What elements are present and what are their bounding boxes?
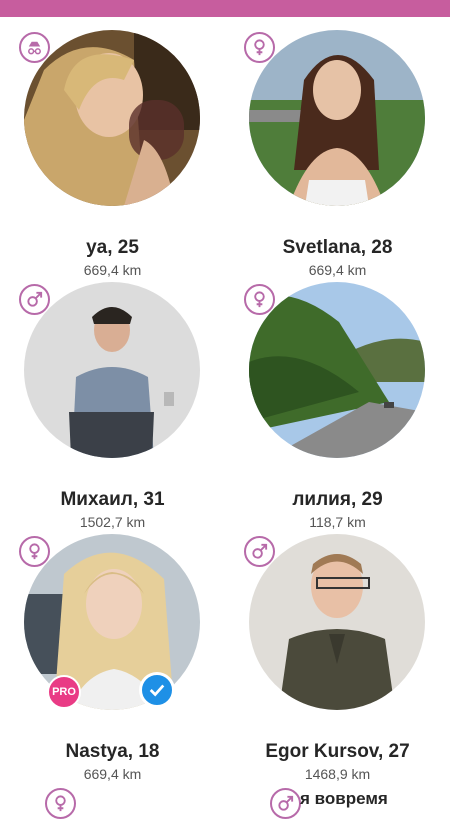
- male-icon: [19, 284, 50, 315]
- profile-name: Михаил, 31: [60, 489, 165, 510]
- profile-photo[interactable]: [24, 30, 200, 206]
- profile-photo[interactable]: [249, 534, 425, 710]
- profile-distance: 669,4 km: [83, 766, 142, 782]
- pro-badge: PRO: [47, 675, 81, 709]
- profile-card[interactable]: лилия, 29 118,7 km: [225, 270, 450, 530]
- profile-card[interactable]: Svetlana, 28 669,4 km: [225, 18, 450, 278]
- verified-check-icon: [139, 672, 175, 708]
- profile-distance: 1468,9 km: [304, 766, 371, 782]
- profile-card[interactable]: Михаил, 31 1502,7 km: [0, 270, 225, 530]
- profile-name: лилия, 29: [292, 489, 383, 510]
- partial-profile-name: я вовремя: [300, 789, 388, 808]
- profile-card[interactable]: ya, 25 669,4 km: [0, 18, 225, 278]
- female-icon: [244, 284, 275, 315]
- male-icon: [270, 788, 301, 819]
- profile-name: Svetlana, 28: [282, 237, 393, 258]
- incognito-icon: [19, 32, 50, 63]
- app-top-bar: [0, 0, 450, 17]
- profile-card[interactable]: Egor Kursov, 27 1468,9 km: [225, 522, 450, 782]
- male-icon: [244, 536, 275, 567]
- profile-photo[interactable]: [249, 30, 425, 206]
- female-icon: [19, 536, 50, 567]
- profile-card[interactable]: PRO Nastya, 18 669,4 km: [0, 522, 225, 782]
- female-icon: [45, 788, 76, 819]
- profile-name: Egor Kursov, 27: [265, 741, 410, 762]
- female-icon: [244, 32, 275, 63]
- profile-name: Nastya, 18: [65, 741, 160, 762]
- profile-name: ya, 25: [86, 237, 139, 258]
- profile-photo[interactable]: [24, 282, 200, 458]
- profile-photo[interactable]: [249, 282, 425, 458]
